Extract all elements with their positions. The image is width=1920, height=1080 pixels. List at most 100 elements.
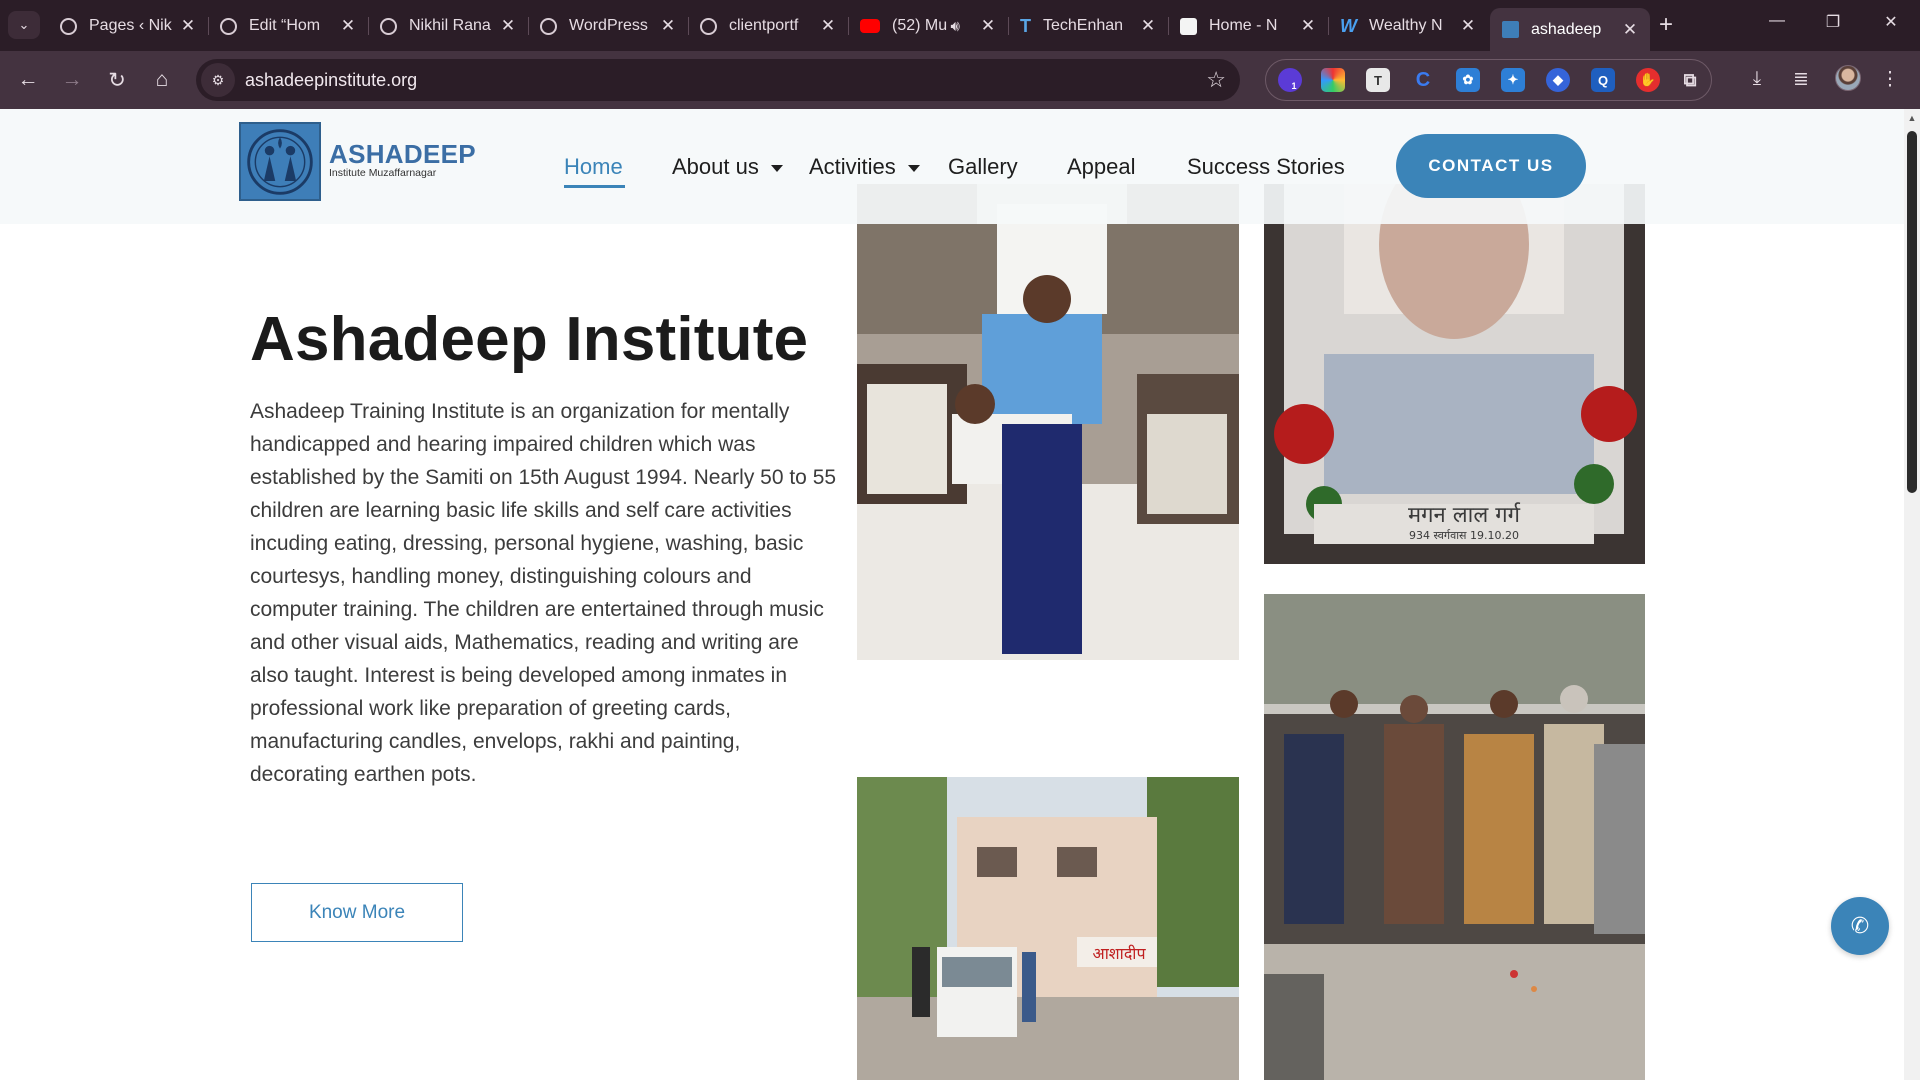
browser-tab[interactable]: Home - N ✕: [1168, 8, 1329, 44]
nav-success-label: Success Stories: [1187, 154, 1345, 179]
memorial-caption: मगन लाल गर्ग: [1408, 502, 1521, 528]
scrollbar-thumb[interactable]: [1907, 131, 1917, 493]
browser-tab[interactable]: Edit “Hom ✕: [208, 8, 369, 44]
back-icon[interactable]: ←: [14, 66, 42, 94]
wordpress-icon: [60, 17, 77, 35]
nav-about-label: About us: [672, 154, 759, 179]
tab-title: Wealthy N: [1369, 17, 1443, 34]
scroll-up-icon[interactable]: ▲: [1907, 113, 1917, 123]
bookmark-star-icon[interactable]: ☆: [1206, 67, 1226, 93]
ashadeep-icon: [1502, 21, 1519, 38]
site-info-icon[interactable]: ⚙: [201, 63, 235, 97]
tab-title: Edit “Hom: [249, 17, 321, 34]
close-tab-icon[interactable]: ✕: [340, 16, 356, 36]
ashadeep-logo[interactable]: [239, 122, 321, 201]
know-more-button[interactable]: Know More: [251, 883, 463, 942]
memorial-portrait-photo: मगन लाल गर्ग 934 स्वर्गवास 19.10.20: [1264, 184, 1645, 564]
tab-title: (52) Mu: [892, 17, 948, 34]
menu-kebab-icon[interactable]: ⋮: [1876, 65, 1904, 93]
tab-title: Home - N: [1209, 17, 1278, 34]
group-extension-icon[interactable]: ✦: [1501, 68, 1525, 92]
w-icon: W: [1340, 15, 1357, 36]
close-tab-icon[interactable]: ✕: [660, 16, 676, 36]
forward-icon[interactable]: →: [58, 66, 86, 94]
home-icon[interactable]: ⌂: [148, 66, 176, 94]
page-scrollbar[interactable]: ▲: [1904, 109, 1920, 1080]
wordpress-icon: [700, 17, 717, 35]
wordpress-icon: [380, 17, 397, 35]
text-extension-icon[interactable]: T: [1366, 68, 1390, 92]
close-tab-icon[interactable]: ✕: [820, 16, 836, 36]
browser-tab[interactable]: Nikhil Rana ✕: [368, 8, 529, 44]
browser-tab[interactable]: Pages ‹ Nik ✕: [48, 8, 209, 44]
address-bar[interactable]: ⚙ ashadeepinstitute.org ☆: [196, 59, 1240, 101]
new-tab-icon[interactable]: +: [1652, 11, 1680, 39]
tab-title: Nikhil Rana: [409, 17, 491, 34]
phone-call-button[interactable]: ✆: [1831, 897, 1889, 955]
close-tab-icon[interactable]: ✕: [180, 16, 196, 36]
tab-title: clientportf: [729, 17, 799, 34]
dropdown-caret-icon: [770, 164, 783, 172]
browser-tab[interactable]: clientportf ✕: [688, 8, 849, 44]
youtube-icon: [860, 19, 880, 33]
building-sign: आशादीप: [1092, 944, 1146, 963]
nav-gallery[interactable]: Gallery: [948, 154, 1018, 180]
red-hand-extension-icon[interactable]: ✋: [1636, 68, 1660, 92]
close-tab-icon[interactable]: ✕: [1622, 20, 1638, 40]
c-extension-icon[interactable]: C: [1411, 68, 1435, 92]
techenhance-icon: T: [1020, 15, 1031, 36]
logo-title[interactable]: ASHADEEP: [329, 139, 476, 170]
page-title: Ashadeep Institute: [250, 305, 809, 374]
profile-avatar[interactable]: [1835, 65, 1861, 91]
close-tab-icon[interactable]: ✕: [500, 16, 516, 36]
institute-building-photo: आशादीप: [857, 777, 1239, 1080]
close-tab-icon[interactable]: ✕: [1460, 16, 1476, 36]
extension-badge-icon[interactable]: 1: [1278, 68, 1302, 92]
nav-success-stories[interactable]: Success Stories: [1187, 154, 1345, 180]
close-window-icon[interactable]: ✕: [1871, 12, 1911, 32]
nav-home-label: Home: [564, 154, 623, 179]
extension-badge-count: 1: [1291, 81, 1297, 91]
audio-playing-icon[interactable]: 🔊︎: [951, 18, 960, 35]
tab-title: WordPress: [569, 17, 648, 34]
restore-icon[interactable]: ❐: [1813, 12, 1853, 32]
wordpress-icon: [540, 17, 557, 35]
iq-extension-icon[interactable]: Q: [1591, 68, 1615, 92]
url-text[interactable]: ashadeepinstitute.org: [245, 70, 1206, 91]
browser-tab[interactable]: WordPress ✕: [528, 8, 689, 44]
contact-us-button[interactable]: CONTACT US: [1396, 134, 1586, 198]
browser-toolbar: ← → ↻ ⌂ ⚙ ashadeepinstitute.org ☆ 1 T C …: [0, 51, 1920, 109]
wordpress-icon: [220, 17, 237, 35]
hero-description: Ashadeep Training Institute is an organi…: [250, 400, 837, 786]
minimize-icon[interactable]: —: [1757, 12, 1797, 30]
blue-extension-icon[interactable]: ◆: [1546, 68, 1570, 92]
paw-extension-icon[interactable]: ✿: [1456, 68, 1480, 92]
tab-title: Pages ‹ Nik: [89, 17, 172, 34]
nav-activities[interactable]: Activities: [809, 154, 920, 180]
site-icon: [1180, 17, 1197, 35]
nav-gallery-label: Gallery: [948, 154, 1018, 179]
dropdown-caret-icon: [907, 164, 920, 172]
close-tab-icon[interactable]: ✕: [980, 16, 996, 36]
extensions-puzzle-icon[interactable]: ⧉: [1678, 68, 1702, 92]
web-page: मगन लाल गर्ग 934 स्वर्गवास 19.10.20 आशाद…: [0, 109, 1904, 1080]
nav-home[interactable]: Home: [564, 154, 623, 180]
close-tab-icon[interactable]: ✕: [1300, 16, 1316, 36]
color-picker-extension-icon[interactable]: [1321, 68, 1345, 92]
browser-tab[interactable]: T TechEnhan ✕: [1008, 8, 1169, 44]
nav-about-us[interactable]: About us: [672, 154, 783, 180]
tab-title: TechEnhan: [1043, 17, 1124, 34]
browser-tab-active[interactable]: ashadeep ✕: [1490, 8, 1650, 51]
nav-appeal[interactable]: Appeal: [1067, 154, 1136, 180]
tab-search-chevron-icon[interactable]: ⌄: [8, 11, 40, 39]
reload-icon[interactable]: ↻: [103, 66, 131, 94]
close-tab-icon[interactable]: ✕: [1140, 16, 1156, 36]
downloads-icon[interactable]: ⤓: [1743, 65, 1771, 93]
browser-tab[interactable]: W Wealthy N ✕: [1328, 8, 1488, 44]
media-queue-icon[interactable]: ≣: [1787, 65, 1815, 93]
active-nav-underline: [564, 185, 625, 188]
browser-tab[interactable]: (52) Mu 🔊︎ ✕: [848, 8, 1009, 44]
tab-title: ashadeep: [1531, 20, 1602, 38]
extensions-area: 1 T C ✿ ✦ ◆ Q ✋ ⧉: [1265, 59, 1712, 101]
logo-subtitle: Institute Muzaffarnagar: [329, 167, 437, 179]
